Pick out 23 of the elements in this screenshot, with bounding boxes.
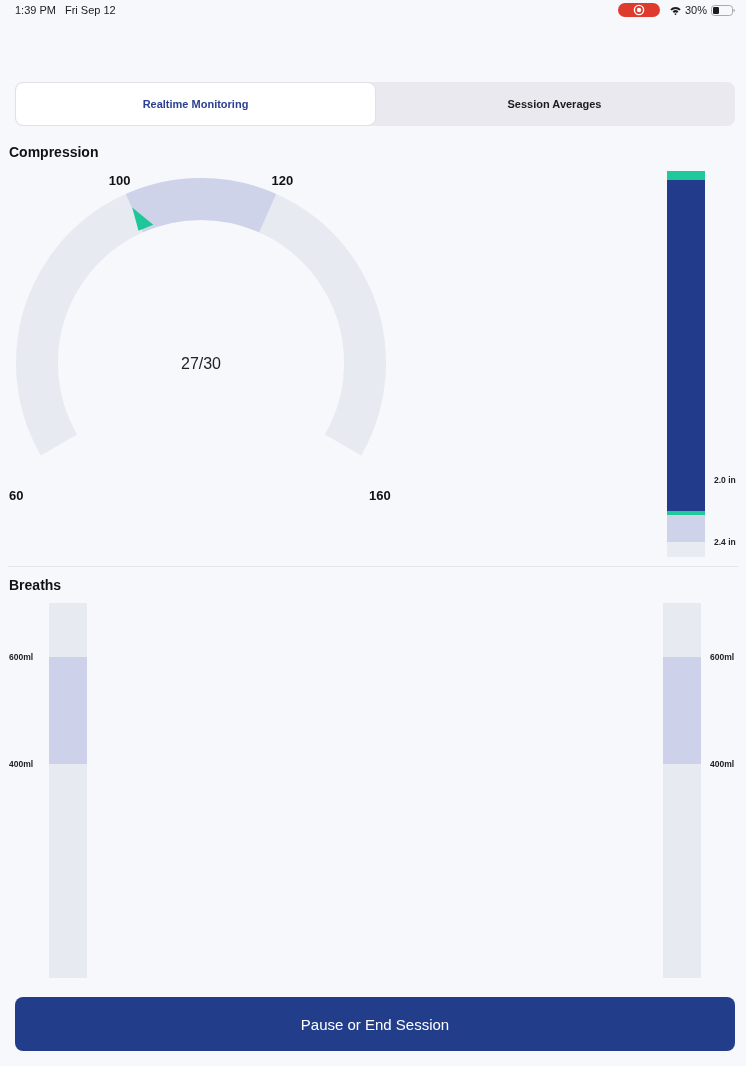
tab[interactable]: Realtime Monitoring — [16, 83, 375, 125]
scale-label: 600ml — [710, 651, 735, 663]
section-title: Compression — [9, 144, 99, 161]
battery-icon — [711, 4, 735, 16]
scale-label: 120 — [271, 172, 294, 188]
section-title: Breaths — [9, 577, 62, 594]
battery-percent: 30% — [684, 3, 707, 17]
target-zone-band — [667, 514, 705, 542]
gauge-reading: 27/30 — [181, 353, 221, 373]
status-date: Fri Sep 12 — [64, 3, 116, 17]
wifi-icon — [669, 5, 681, 15]
tab[interactable]: Session Averages — [375, 83, 734, 125]
record-indicator-icon — [617, 3, 660, 17]
scale-label: 100 — [108, 172, 131, 188]
scale-label: 2.4 in — [714, 536, 736, 548]
status-time: 1:39 PM — [15, 3, 56, 17]
scale-label: 400ml — [710, 758, 735, 770]
scale-label: 600ml — [9, 651, 34, 663]
scale-label: 160 — [369, 488, 391, 503]
scale-label: 400ml — [9, 758, 34, 770]
scale-label: 60 — [9, 488, 24, 503]
pause-end-session-button[interactable]: Pause or End Session — [15, 997, 735, 1051]
scale-label: 2.0 in — [714, 474, 736, 486]
